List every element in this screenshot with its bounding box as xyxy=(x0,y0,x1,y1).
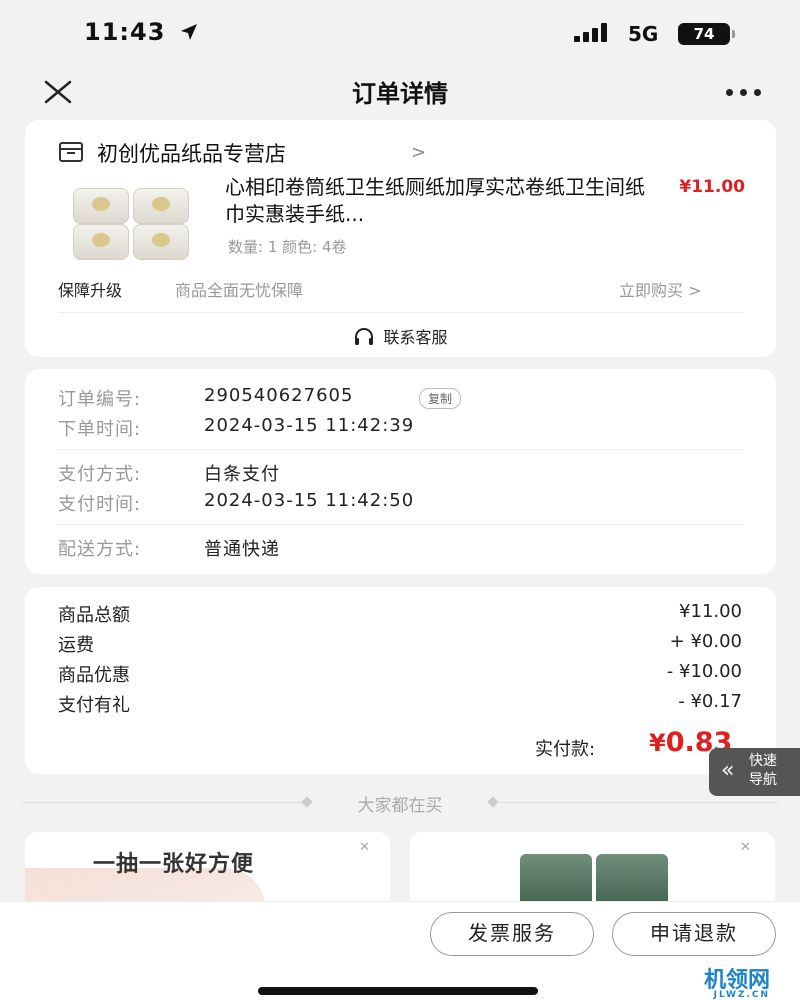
order-number: 290540627605 xyxy=(204,385,354,406)
copy-button[interactable]: 复制 xyxy=(419,388,462,409)
discount-value: - ¥10.00 xyxy=(666,661,742,682)
paid-label: 实付款: xyxy=(535,739,596,760)
double-chevron-left-icon: « xyxy=(721,758,735,783)
guarantee-text: 商品全面无忧保障 xyxy=(175,281,304,300)
order-info-card: 订单编号: 290540627605 复制 下单时间: 2024-03-15 1… xyxy=(25,369,776,574)
recommend-card[interactable]: 一抽一张好方便 ✕ xyxy=(25,832,390,912)
divider xyxy=(496,802,778,803)
bottom-action-bar: 发票服务 申请退款 xyxy=(0,901,800,1000)
network-type: 5G xyxy=(628,22,659,46)
shop-icon xyxy=(59,142,83,162)
headset-icon xyxy=(355,328,374,345)
pay-method: 白条支付 xyxy=(204,464,280,485)
chevron-right-icon[interactable]: > xyxy=(411,142,426,163)
recommend-card[interactable]: ✕ xyxy=(410,832,775,912)
quick-nav-label-2: 导航 xyxy=(749,772,777,788)
nav-bar: 订单详情 xyxy=(0,68,800,118)
refund-button[interactable]: 申请退款 xyxy=(612,912,776,956)
pay-gift-label: 支付有礼 xyxy=(58,695,130,716)
product-price: ¥11.00 xyxy=(679,177,745,197)
pay-method-label: 支付方式: xyxy=(58,464,142,485)
buy-now-link[interactable]: 立即购买 > xyxy=(619,277,702,301)
divider xyxy=(58,449,744,450)
product-meta: 数量: 1 颜色: 4卷 xyxy=(228,238,347,256)
pay-time: 2024-03-15 11:42:50 xyxy=(204,490,415,511)
pay-gift-value: - ¥0.17 xyxy=(678,691,742,712)
home-indicator xyxy=(258,987,538,995)
status-bar: 11:43 5G 74 xyxy=(0,0,800,68)
product-title[interactable]: 心相印卷筒纸卫生纸厕纸加厚实芯卷纸卫生间纸巾实惠装手纸... xyxy=(225,174,645,228)
divider xyxy=(58,524,744,525)
shipping-value: + ¥0.00 xyxy=(669,631,742,652)
close-icon[interactable]: ✕ xyxy=(740,840,751,855)
order-time: 2024-03-15 11:42:39 xyxy=(204,415,415,436)
delivery-method: 普通快递 xyxy=(204,539,280,560)
more-dots-icon xyxy=(726,89,733,96)
pay-time-label: 支付时间: xyxy=(58,494,142,515)
amounts-card: 商品总额 ¥11.00 运费 + ¥0.00 商品优惠 - ¥10.00 支付有… xyxy=(25,587,776,774)
subtotal-value: ¥11.00 xyxy=(679,601,742,622)
quick-nav-button[interactable]: « 快速导航 xyxy=(709,748,800,796)
invoice-button[interactable]: 发票服务 xyxy=(430,912,594,956)
battery-icon: 74 xyxy=(678,23,735,45)
order-time-label: 下单时间: xyxy=(58,419,142,440)
recommend-title: 大家都在买 xyxy=(357,796,443,816)
shop-name[interactable]: 初创优品纸品专营店 xyxy=(97,138,286,168)
watermark: 机领网 JLWZ.CN xyxy=(704,968,771,1000)
order-number-label: 订单编号: xyxy=(58,389,142,410)
delivery-label: 配送方式: xyxy=(58,539,142,560)
recommend-card-text: 一抽一张好方便 xyxy=(93,852,255,877)
page-title: 订单详情 xyxy=(352,80,448,108)
quick-nav-label: 快速 xyxy=(749,753,777,769)
close-icon[interactable]: ✕ xyxy=(359,840,370,855)
product-card: 初创优品纸品专营店 > 心相印卷筒纸卫生纸厕纸加厚实芯卷纸卫生间纸巾实惠装手纸.… xyxy=(25,120,776,357)
signal-icon xyxy=(574,22,614,42)
location-arrow-icon xyxy=(180,24,197,40)
divider xyxy=(58,312,744,313)
shipping-label: 运费 xyxy=(58,635,94,656)
subtotal-label: 商品总额 xyxy=(58,605,130,626)
discount-label: 商品优惠 xyxy=(58,665,130,686)
more-button[interactable] xyxy=(722,74,766,110)
product-image[interactable] xyxy=(69,184,193,262)
support-label: 联系客服 xyxy=(383,328,448,347)
contact-support-button[interactable]: 联系客服 xyxy=(25,324,776,348)
status-time: 11:43 xyxy=(84,18,199,46)
guarantee-label: 保障升级 xyxy=(58,281,123,300)
